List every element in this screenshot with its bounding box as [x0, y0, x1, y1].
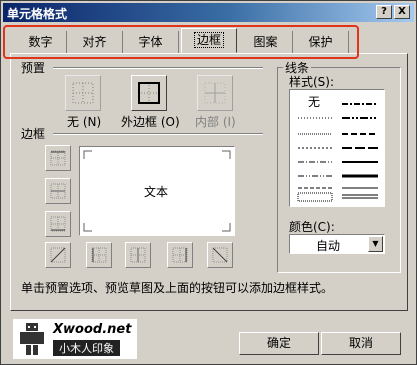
- tab-font[interactable]: 字体: [123, 31, 179, 53]
- border-top-icon: [50, 150, 66, 166]
- diagonal-up-icon: [50, 247, 66, 263]
- tab-alignment[interactable]: 对齐: [67, 31, 123, 53]
- ok-button[interactable]: 确定: [239, 332, 319, 355]
- tab-protection[interactable]: 保护: [293, 31, 349, 53]
- border-inside-icon: [204, 82, 226, 104]
- preset-inside-label: 内部 (I): [195, 115, 236, 129]
- logo-brand: Xwood.net: [53, 322, 132, 337]
- border-right-icon: [172, 247, 188, 263]
- border-divider: [53, 133, 263, 135]
- border-vertical-icon: [130, 247, 146, 263]
- window-title: 单元格格式: [7, 7, 68, 21]
- xwood-logo: Xwood.net 小木人印象: [13, 319, 137, 359]
- border-section-label: 边框: [21, 127, 46, 141]
- preset-outline-button[interactable]: [131, 75, 167, 111]
- preset-inside-button[interactable]: [197, 75, 233, 111]
- hint-text: 单击预置选项、预览草图及上面的按钮可以添加边框样式。: [21, 281, 334, 295]
- border-horizontal-icon: [50, 183, 66, 199]
- cancel-button[interactable]: 取消: [321, 332, 401, 355]
- robot-logo-icon: [20, 323, 44, 355]
- border-preview[interactable]: 文本: [79, 146, 235, 236]
- border-bottom-button[interactable]: [45, 211, 71, 237]
- border-none-icon: [72, 82, 94, 104]
- chevron-down-icon[interactable]: ▼: [368, 236, 383, 252]
- line-style-options[interactable]: [290, 90, 384, 206]
- border-bottom-icon: [50, 216, 66, 232]
- preset-outline-label: 外边框 (O): [121, 115, 180, 129]
- line-style-label: 样式(S):: [289, 75, 335, 89]
- preview-text: 文本: [144, 185, 169, 199]
- border-horizontal-button[interactable]: [45, 178, 71, 204]
- format-cells-dialog: 单元格格式 ? X 数字 对齐 字体 边框 图案 保护 预置 无 (N) 外边框…: [0, 0, 417, 365]
- preset-divider: [53, 67, 263, 69]
- border-diagonal-down-button[interactable]: [207, 242, 233, 268]
- line-color-label: 颜色(C):: [289, 220, 335, 234]
- logo-subtitle: 小木人印象: [53, 340, 120, 356]
- help-button[interactable]: ?: [376, 5, 392, 19]
- preset-none-button[interactable]: [65, 75, 101, 111]
- border-left-icon: [91, 247, 107, 263]
- tab-bar: 数字 对齐 字体 边框 图案 保护: [9, 28, 353, 53]
- line-color-value: 自动: [316, 239, 341, 253]
- tab-border[interactable]: 边框: [181, 28, 237, 53]
- line-style-list[interactable]: 无: [289, 89, 385, 207]
- title-bar[interactable]: 单元格格式 ? X: [3, 3, 414, 22]
- diagonal-down-icon: [212, 247, 228, 263]
- border-top-button[interactable]: [45, 145, 71, 171]
- border-outline-icon: [138, 82, 160, 104]
- preset-none-label: 无 (N): [67, 115, 102, 129]
- tab-patterns[interactable]: 图案: [239, 31, 293, 53]
- border-right-button[interactable]: [167, 242, 193, 268]
- line-color-select[interactable]: 自动 ▼: [289, 234, 385, 254]
- border-left-button[interactable]: [86, 242, 112, 268]
- close-button[interactable]: X: [394, 5, 410, 19]
- tab-number[interactable]: 数字: [15, 31, 67, 53]
- border-diagonal-up-button[interactable]: [45, 242, 71, 268]
- border-vertical-button[interactable]: [125, 242, 151, 268]
- preset-section-label: 预置: [21, 61, 46, 75]
